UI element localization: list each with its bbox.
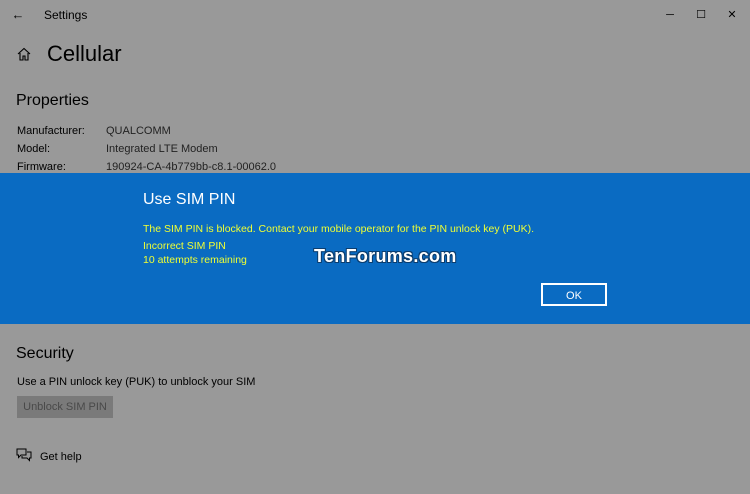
dialog-message: The SIM PIN is blocked. Contact your mob… bbox=[143, 223, 534, 235]
dialog-title: Use SIM PIN bbox=[143, 191, 236, 208]
incorrect-pin-text: Incorrect SIM PIN bbox=[143, 240, 226, 252]
sim-pin-dialog: Use SIM PIN The SIM PIN is blocked. Cont… bbox=[0, 173, 750, 324]
attempts-remaining-text: 10 attempts remaining bbox=[143, 254, 247, 266]
ok-button[interactable]: OK bbox=[541, 283, 607, 306]
watermark: TenForums.com bbox=[314, 246, 457, 266]
